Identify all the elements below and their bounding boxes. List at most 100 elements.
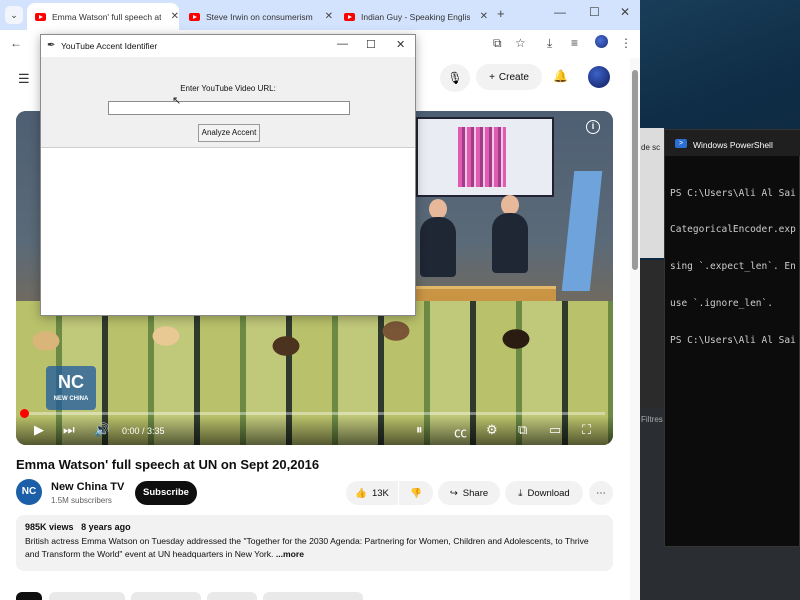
maximize-icon[interactable]: ☐ xyxy=(589,5,600,19)
volume-icon[interactable]: 🔊 xyxy=(94,422,110,438)
watermark-mark: NC xyxy=(58,372,84,392)
tab-title: Indian Guy - Speaking English xyxy=(361,11,470,22)
maximize-icon[interactable]: ☐ xyxy=(366,38,376,51)
tab-strip: ⌄ Emma Watson' full speech at U ✕ Steve … xyxy=(0,0,640,30)
page-scrollbar[interactable] xyxy=(630,58,640,600)
view-count: 985K views xyxy=(25,522,74,532)
chip[interactable] xyxy=(207,592,257,600)
player-controls: ▶ ⏭ 🔊 0:00 / 3:35 ⏸ ㏄ ⚙ ⧉ ▭ ⛶ xyxy=(16,416,613,445)
close-icon[interactable]: ✕ xyxy=(171,11,179,22)
video-frame-person xyxy=(492,213,528,273)
watermark-text: NEW CHINA xyxy=(53,396,89,402)
play-icon[interactable]: ▶ xyxy=(34,422,44,438)
new-tab-button[interactable]: + xyxy=(497,6,505,21)
description-body: British actress Emma Watson on Tuesday a… xyxy=(25,536,589,559)
chip[interactable] xyxy=(263,592,363,600)
youtube-favicon-icon xyxy=(344,12,355,21)
channel-avatar[interactable]: NC xyxy=(16,479,42,505)
powershell-line: PS C:\Users\Ali Al Sai xyxy=(670,335,796,347)
create-label: Create xyxy=(498,71,529,83)
hamburger-menu-icon[interactable]: ☰ xyxy=(18,71,30,87)
media-controls-icon[interactable]: ≡ xyxy=(571,36,578,50)
captions-icon[interactable]: ㏄ xyxy=(454,422,467,441)
description-box[interactable]: 985K views 8 years ago British actress E… xyxy=(16,515,613,571)
profile-avatar[interactable] xyxy=(595,35,608,48)
more-menu-icon[interactable]: ⋮ xyxy=(620,36,632,50)
feather-icon: ✒ xyxy=(47,40,56,51)
accent-identifier-window: ✒ YouTube Accent Identifier — ☐ ✕ Enter … xyxy=(40,34,416,316)
download-icon[interactable]: ⤓ xyxy=(547,36,552,51)
next-icon[interactable]: ⏭ xyxy=(63,422,75,438)
notifications-bell-icon[interactable]: 🔔 xyxy=(553,69,568,83)
info-icon[interactable]: i xyxy=(586,120,600,134)
url-label: Enter YouTube Video URL: xyxy=(180,84,276,93)
miniplayer-icon[interactable]: ⧉ xyxy=(518,422,527,438)
chip-all[interactable] xyxy=(16,592,42,600)
more-icon: ⋯ xyxy=(596,487,606,499)
video-title: Emma Watson' full speech at UN on Sept 2… xyxy=(16,457,320,472)
youtube-favicon-icon xyxy=(35,12,46,21)
video-frame-screen-art xyxy=(458,127,506,187)
tab-title: Emma Watson' full speech at U xyxy=(52,11,161,22)
chip[interactable] xyxy=(131,592,201,600)
close-icon[interactable]: ✕ xyxy=(480,11,488,22)
close-window-icon[interactable]: ✕ xyxy=(620,5,630,19)
url-input[interactable] xyxy=(108,101,350,115)
tab-emma-watson[interactable]: Emma Watson' full speech at U ✕ xyxy=(27,3,179,30)
powershell-titlebar[interactable]: > Windows PowerShell xyxy=(665,130,800,156)
scrollbar-thumb[interactable] xyxy=(632,70,638,270)
description-meta: 985K views 8 years ago xyxy=(25,522,604,532)
download-label: Download xyxy=(527,487,570,499)
video-frame-person xyxy=(420,217,456,277)
powershell-output[interactable]: PS C:\Users\Ali Al Sai CategoricalEncode… xyxy=(670,163,800,372)
create-button[interactable]: + Create xyxy=(476,64,542,90)
tab-steve-irwin[interactable]: Steve Irwin on consumerism ar ✕ xyxy=(181,3,333,30)
chrome-window: ⌄ Emma Watson' full speech at U ✕ Steve … xyxy=(0,0,640,600)
tab-indian-guy[interactable]: Indian Guy - Speaking English ✕ xyxy=(336,3,488,30)
powershell-line: use `.ignore_len`. xyxy=(670,298,773,310)
more-actions-button[interactable]: ⋯ xyxy=(589,481,613,505)
settings-gear-icon[interactable]: ⚙ xyxy=(486,422,498,438)
analyze-accent-button[interactable]: Analyze Accent xyxy=(198,124,260,142)
background-filter-text: Filtres xyxy=(641,415,663,424)
progress-bar[interactable] xyxy=(24,412,605,415)
dislike-button[interactable]: 👎 xyxy=(399,481,433,505)
minimize-icon[interactable]: — xyxy=(337,38,348,50)
account-avatar[interactable] xyxy=(588,66,610,88)
close-icon[interactable]: ✕ xyxy=(325,11,333,22)
autoplay-toggle[interactable]: ⏸ xyxy=(416,422,423,438)
install-app-icon[interactable]: ⧉ xyxy=(493,36,502,51)
video-time: 0:00 / 3:35 xyxy=(122,426,165,436)
share-button[interactable]: ↪ Share xyxy=(438,481,500,505)
description-text: British actress Emma Watson on Tuesday a… xyxy=(25,535,604,561)
back-arrow-icon[interactable]: ← xyxy=(10,36,22,50)
video-frame-person xyxy=(429,199,447,219)
theater-mode-icon[interactable]: ▭ xyxy=(549,422,561,438)
powershell-window[interactable]: > Windows PowerShell PS C:\Users\Ali Al … xyxy=(664,129,800,547)
dialog-form-area: Enter YouTube Video URL: Analyze Accent … xyxy=(41,57,415,148)
like-count: 13K xyxy=(371,487,389,499)
powershell-line: CategoricalEncoder.exp xyxy=(670,224,796,236)
voice-search-icon[interactable]: 🎙 xyxy=(440,64,470,92)
bookmark-star-icon[interactable]: ☆ xyxy=(515,36,526,50)
tab-search-button[interactable]: ⌄ xyxy=(5,6,23,24)
chip[interactable] xyxy=(49,592,125,600)
youtube-favicon-icon xyxy=(189,12,200,21)
subscriber-count: 1.5M subscribers xyxy=(51,496,112,505)
close-icon[interactable]: ✕ xyxy=(396,38,405,51)
like-button[interactable]: 👍 13K xyxy=(346,481,398,505)
powershell-line: sing `.expect_len`. En xyxy=(670,261,796,273)
channel-watermark: NC NEW CHINA xyxy=(46,366,96,410)
thumbs-down-icon: 👎 xyxy=(410,487,422,499)
dialog-title: YouTube Accent Identifier xyxy=(61,41,158,51)
upload-age: 8 years ago xyxy=(81,522,131,532)
show-more-link[interactable]: ...more xyxy=(276,549,304,559)
download-button[interactable]: ⤓ Download xyxy=(505,481,583,505)
dialog-titlebar[interactable]: ✒ YouTube Accent Identifier — ☐ ✕ xyxy=(41,35,415,57)
powershell-icon: > xyxy=(675,139,687,148)
minimize-icon[interactable]: — xyxy=(554,5,566,19)
channel-name[interactable]: New China TV xyxy=(51,481,124,493)
subscribe-button[interactable]: Subscribe xyxy=(135,481,197,505)
powershell-line: PS C:\Users\Ali Al Sai xyxy=(670,187,796,199)
fullscreen-icon[interactable]: ⛶ xyxy=(582,422,591,438)
